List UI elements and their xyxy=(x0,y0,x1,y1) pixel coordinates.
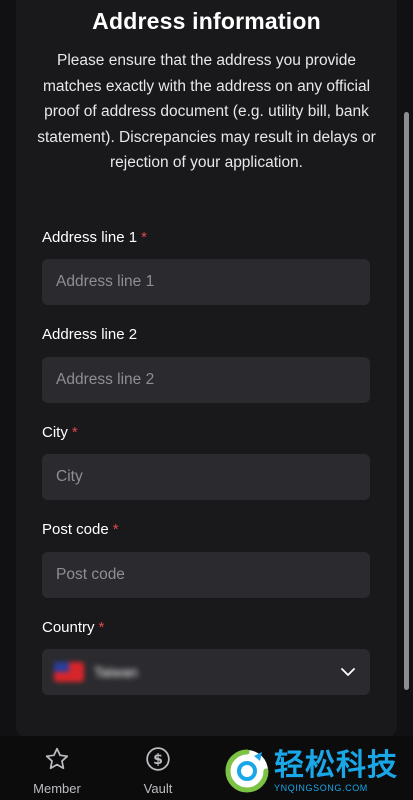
address-line-2-input[interactable] xyxy=(42,357,370,403)
required-mark: * xyxy=(71,424,78,441)
address-line-2-label: Address line 2 xyxy=(42,326,137,343)
dollar-circle-icon: $ xyxy=(146,747,170,771)
scrollbar[interactable] xyxy=(404,112,409,690)
required-mark: * xyxy=(98,619,105,636)
watermark-title: 轻松科技 xyxy=(274,749,398,782)
nav-item-vault-label: Vault xyxy=(143,781,173,796)
page-description: Please ensure that the address you provi… xyxy=(37,52,376,171)
address-line-2-label-text: Address line 2 xyxy=(42,326,138,343)
nav-item-member[interactable]: Member xyxy=(17,746,97,796)
chevron-down-icon xyxy=(341,668,355,676)
post-code-input[interactable] xyxy=(42,552,370,598)
country-select[interactable]: Taiwan xyxy=(42,649,370,695)
required-mark: * xyxy=(141,229,147,246)
address-line-1-input[interactable] xyxy=(42,259,370,305)
watermark-text: 轻松科技 YNQINGSONG.COM xyxy=(274,749,398,793)
nav-item-vault[interactable]: $ Vault xyxy=(118,746,198,796)
city-label: City * xyxy=(42,424,78,441)
city-input[interactable] xyxy=(42,454,370,500)
svg-text:$: $ xyxy=(153,752,163,768)
address-line-1-label: Address line 1 * xyxy=(42,229,147,246)
star-icon xyxy=(45,747,69,770)
watermark-logo: 轻松科技 YNQINGSONG.COM xyxy=(224,742,413,800)
watermark-logo-icon xyxy=(225,749,269,793)
post-code-label-text: Post code xyxy=(42,521,109,538)
watermark-subtitle: YNQINGSONG.COM xyxy=(274,783,368,793)
country-label-text: Country xyxy=(42,619,95,636)
post-code-label: Post code * xyxy=(42,521,119,538)
required-mark: * xyxy=(112,521,119,538)
country-selected-value: Taiwan xyxy=(94,664,138,680)
page-title: Address information xyxy=(92,8,321,34)
taiwan-flag-icon xyxy=(54,662,84,682)
country-label: Country * xyxy=(42,619,104,636)
city-label-text: City xyxy=(42,424,68,441)
address-line-1-label-text: Address line 1 xyxy=(42,229,138,246)
nav-item-member-label: Member xyxy=(33,781,81,796)
